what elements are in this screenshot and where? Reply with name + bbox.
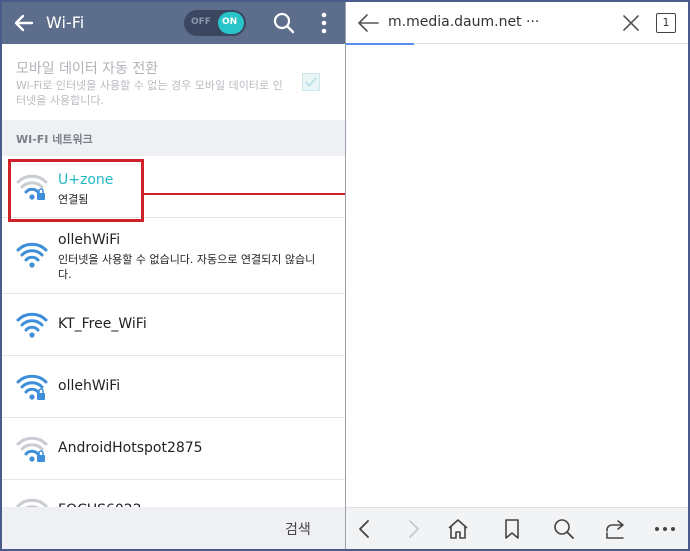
url-text[interactable]: m.media.daum.net ··· bbox=[388, 14, 539, 30]
search-icon[interactable] bbox=[553, 518, 575, 540]
browser-panel: m.media.daum.net ··· 1 bbox=[346, 2, 688, 549]
nav-forward-icon[interactable] bbox=[402, 518, 424, 540]
browser-nav-bar bbox=[346, 507, 688, 549]
browser-url-bar: m.media.daum.net ··· 1 bbox=[346, 2, 688, 44]
tab-count-button[interactable]: 1 bbox=[656, 13, 676, 33]
share-icon[interactable] bbox=[604, 518, 626, 540]
close-icon[interactable] bbox=[622, 14, 640, 32]
page-load-progress bbox=[346, 43, 414, 45]
home-icon[interactable] bbox=[447, 518, 469, 540]
more-options-icon[interactable] bbox=[654, 518, 676, 540]
bookmark-icon[interactable] bbox=[501, 518, 523, 540]
back-arrow-icon[interactable] bbox=[356, 12, 380, 34]
nav-back-icon[interactable] bbox=[354, 518, 376, 540]
